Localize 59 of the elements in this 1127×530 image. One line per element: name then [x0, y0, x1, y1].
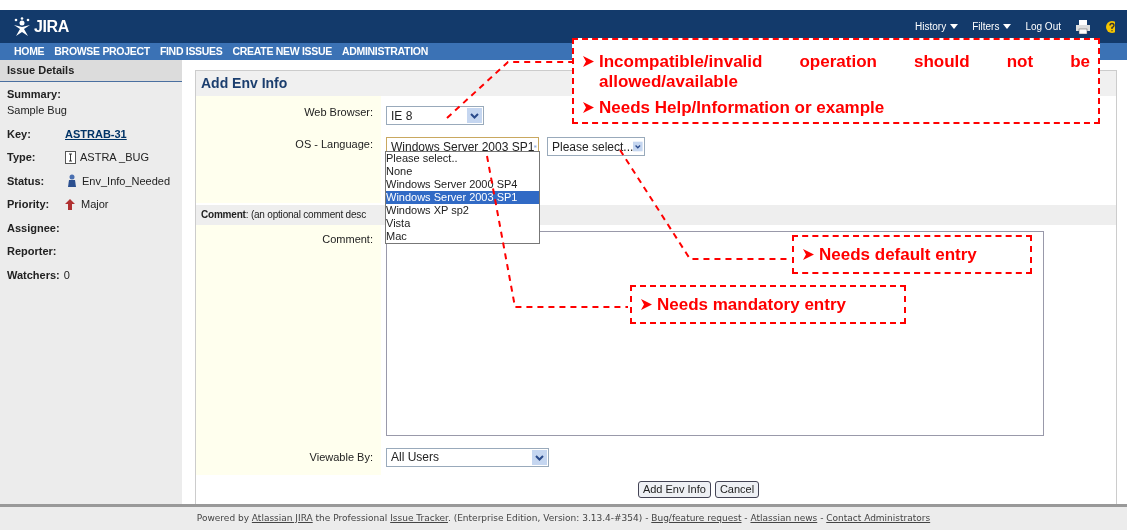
nav-link[interactable]: BROWSE PROJECT	[54, 43, 150, 60]
dropdown-option[interactable]: Windows XP sp2	[386, 204, 539, 217]
field-label: Comment:	[322, 231, 373, 247]
nav-link[interactable]: CREATE NEW ISSUE	[232, 43, 332, 60]
field-label: Status:	[7, 173, 46, 189]
footer-link[interactable]: Bug/feature request	[651, 512, 742, 523]
issue-key-link[interactable]: ASTRAB-31	[65, 125, 127, 142]
footer-link[interactable]: Atlassian news	[750, 512, 818, 523]
nav-link[interactable]: ADMINISTRATION	[341, 43, 428, 60]
dropdown-option[interactable]: Windows Server 2000 SP4	[386, 178, 539, 191]
dropdown-option[interactable]: Windows Server 2003 SP1	[386, 191, 539, 204]
field-label: Web Browser:	[304, 105, 373, 120]
web-browser-dropdown[interactable]: IE 8	[386, 106, 484, 125]
field-label: Viewable By:	[309, 449, 373, 465]
header-link[interactable]: History	[915, 19, 959, 34]
field-label: Summary:	[7, 86, 62, 102]
header-link[interactable]: Log Out	[1025, 19, 1061, 34]
field-label: Key:	[7, 126, 32, 142]
person-icon	[65, 173, 78, 188]
field-value: 0	[63, 267, 70, 283]
form-button[interactable]: Cancel	[714, 481, 760, 498]
footer-link[interactable]: Contact Administrators	[826, 512, 931, 523]
field-value: Sample Bug	[7, 103, 68, 118]
nav-link[interactable]: HOME	[14, 43, 45, 60]
header-link[interactable]: Filters	[972, 19, 1012, 34]
field-label: OS - Language:	[295, 137, 373, 152]
footer-link[interactable]: Atlassian JIRA	[251, 512, 313, 523]
nav-link[interactable]: FIND ISSUES	[159, 43, 223, 60]
form-button[interactable]: Add Env Info	[637, 481, 711, 498]
up-arrow-icon	[65, 198, 75, 210]
arrowhead-bullet-icon	[802, 247, 815, 261]
callout-text: Needs default entry	[819, 244, 977, 265]
arrowhead-bullet-icon	[582, 55, 595, 68]
arrowhead-bullet-icon	[640, 297, 653, 311]
printer-icon[interactable]	[1075, 19, 1091, 34]
footer-text: Powered by Atlassian JIRA the Professional Issue Tracker. (Enterprise Edition, Version: 3.13.4-#354) - Bug/feature request - Atlassian news - Contact Administrators	[196, 511, 931, 525]
field-value: Env_Info_Needed	[82, 173, 171, 189]
viewable-by-dropdown[interactable]: All Users	[386, 447, 549, 467]
dropdown-option[interactable]: Mac	[386, 230, 539, 243]
field-value: ASTRA _BUG	[80, 150, 150, 165]
footer-link[interactable]: Issue Tracker	[390, 512, 448, 523]
field-label: Assignee:	[7, 220, 61, 236]
dropdown-option[interactable]: None	[386, 165, 539, 178]
caret-icon	[1003, 23, 1012, 30]
field-value: Major	[81, 197, 109, 212]
field-label: Watchers:	[7, 267, 60, 283]
sidebar-title: Issue Details	[0, 60, 182, 82]
caret-icon	[950, 23, 959, 30]
arrowhead-bullet-icon	[582, 101, 595, 114]
star-person-logo-icon	[12, 16, 32, 37]
field-label: Priority:	[7, 197, 51, 212]
help-icon[interactable]	[1105, 19, 1115, 34]
callout-text: Needs Help/Information or example	[599, 98, 885, 118]
field-label: Type:	[7, 150, 37, 165]
document-icon	[65, 150, 76, 164]
callout-text: Needs mandatory entry	[657, 294, 846, 315]
language-dropdown[interactable]: Please select...	[547, 137, 645, 156]
logo-text: JIRA	[34, 16, 69, 37]
field-label: Reporter:	[7, 244, 58, 259]
